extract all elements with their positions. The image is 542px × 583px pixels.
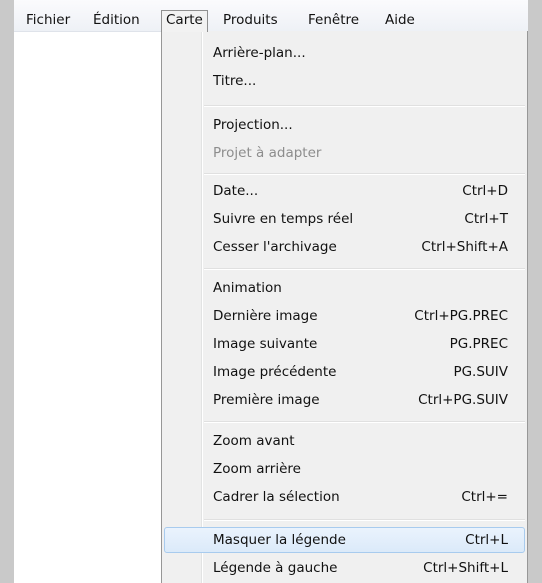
menu-item-titre[interactable]: Titre... [164,68,525,94]
menu-fenetre[interactable]: Fenêtre [304,10,363,30]
menu-item-masquer-legende[interactable]: Masquer la légende Ctrl+L [164,527,525,553]
menu-item-zoom-arriere[interactable]: Zoom arrière [164,456,525,482]
menu-separator [204,421,525,423]
menu-produits[interactable]: Produits [219,10,282,30]
menu-item-label: Arrière-plan... [213,45,306,61]
menu-item-label: Zoom arrière [213,461,301,477]
menu-item-cadrer-selection[interactable]: Cadrer la sélection Ctrl+= [164,484,525,510]
menu-item-shortcut: PG.PREC [449,336,508,352]
menu-item-shortcut: Ctrl+T [464,211,508,227]
menu-item-shortcut: Ctrl+D [462,183,508,199]
window-frame-left [0,0,14,583]
menu-item-legende-a-gauche[interactable]: Légende à gauche Ctrl+Shift+L [164,555,525,581]
menu-item-shortcut: Ctrl+Shift+A [421,239,508,255]
menu-carte[interactable]: Carte [161,10,208,32]
menu-separator [204,173,525,175]
menu-fichier[interactable]: Fichier [22,10,74,30]
menu-item-shortcut: PG.SUIV [453,364,508,380]
menu-item-label: Cadrer la sélection [213,489,340,505]
menu-item-label: Première image [213,392,320,408]
menu-item-label: Image précédente [213,364,337,380]
menu-item-label: Animation [213,280,282,296]
menu-item-derniere-image[interactable]: Dernière image Ctrl+PG.PREC [164,303,525,329]
menu-item-animation[interactable]: Animation [164,275,525,301]
menu-item-label: Suivre en temps réel [213,211,354,227]
menu-item-label: Titre... [213,73,257,89]
left-panel [14,32,162,583]
menu-item-projet-a-adapter: Projet à adapter [164,140,525,166]
menu-item-image-precedente[interactable]: Image précédente PG.SUIV [164,359,525,385]
menu-item-shortcut: Ctrl+Shift+L [423,560,508,576]
menu-item-label: Masquer la légende [213,532,346,548]
menu-item-shortcut: Ctrl+L [465,532,508,548]
menu-item-image-suivante[interactable]: Image suivante PG.PREC [164,331,525,357]
menu-item-premiere-image[interactable]: Première image Ctrl+PG.SUIV [164,387,525,413]
menu-separator [204,105,525,107]
menu-item-label: Projection... [213,117,293,133]
menu-item-date[interactable]: Date... Ctrl+D [164,178,525,204]
menu-item-label: Zoom avant [213,433,295,449]
menu-item-label: Date... [213,183,259,199]
menu-edition[interactable]: Édition [89,10,144,30]
menu-item-projection[interactable]: Projection... [164,112,525,138]
menu-bar: Fichier Édition Carte Produits Fenêtre A… [14,0,528,32]
menu-item-shortcut: Ctrl+PG.SUIV [418,392,508,408]
menu-separator [204,268,525,270]
menu-item-shortcut: Ctrl+PG.PREC [414,308,508,324]
menu-item-label: Cesser l'archivage [213,239,337,255]
menu-item-label: Légende à gauche [213,560,338,576]
window-frame-right [528,0,542,583]
menu-item-zoom-avant[interactable]: Zoom avant [164,428,525,454]
menu-item-shortcut: Ctrl+= [461,489,508,505]
menu-aide[interactable]: Aide [381,10,419,30]
menu-item-label: Image suivante [213,336,318,352]
menu-item-label: Dernière image [213,308,318,324]
carte-dropdown-menu: Arrière-plan... Titre... Projection... P… [161,31,528,583]
menu-item-arriere-plan[interactable]: Arrière-plan... [164,40,525,66]
menu-item-label: Projet à adapter [213,145,322,161]
menu-item-suivre-temps-reel[interactable]: Suivre en temps réel Ctrl+T [164,206,525,232]
menu-item-cesser-archivage[interactable]: Cesser l'archivage Ctrl+Shift+A [164,234,525,260]
menu-separator [204,519,525,521]
